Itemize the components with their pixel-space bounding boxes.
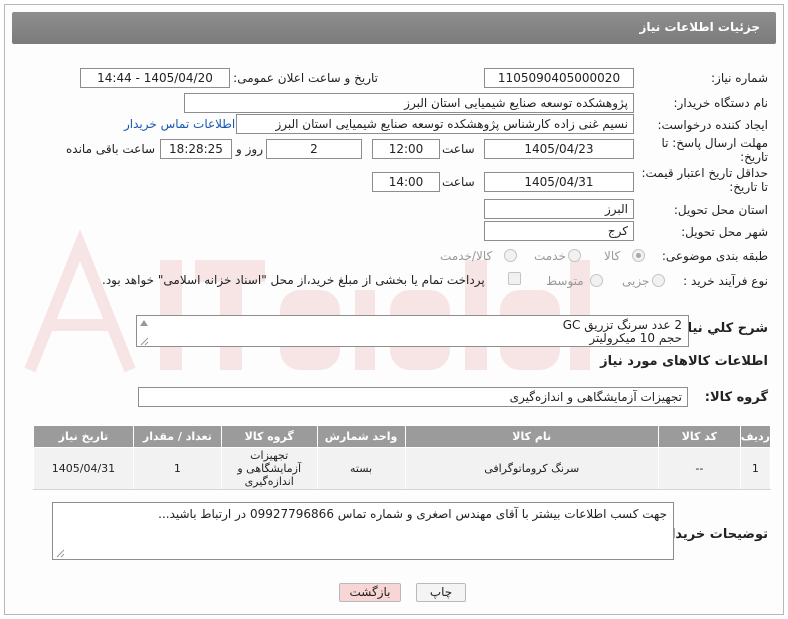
- print-button[interactable]: چاپ: [416, 583, 466, 602]
- cell-unit: بسته: [316, 447, 406, 490]
- province-field: البرز: [484, 199, 634, 219]
- col-index: ردیف: [739, 425, 772, 448]
- treasury-checkbox[interactable]: [508, 272, 521, 285]
- cell-date: 1405/04/31: [33, 447, 134, 490]
- col-name: نام کالا: [404, 425, 659, 448]
- col-qty: تعداد / مقدار: [132, 425, 222, 448]
- process-radio-minor[interactable]: [652, 274, 665, 287]
- category-radio-goods[interactable]: [632, 249, 645, 262]
- reply-time-label: ساعت: [442, 142, 475, 156]
- city-field: کرج: [484, 221, 634, 241]
- announce-label: تاریخ و ساعت اعلان عمومی:: [233, 71, 378, 85]
- price-time-field: 14:00: [372, 172, 440, 192]
- reply-deadline-label: مهلت ارسال پاسخ: تا تاریخ:: [661, 136, 768, 164]
- buyer-notes-textarea: جهت کسب اطلاعات بیشتر با آقای مهندس اصغر…: [52, 502, 674, 560]
- goods-group-label: گروه کالا:: [704, 390, 768, 405]
- contact-info-link[interactable]: اطلاعات تماس خریدار: [124, 117, 235, 131]
- scroll-up-arrow-icon[interactable]: [139, 318, 149, 328]
- process-label: نوع فرآیند خرید :: [683, 274, 768, 288]
- cell-group-line-1: تجهیزات: [250, 449, 289, 462]
- goods-table: ردیف کد کالا نام کالا واحد شمارش گروه کا…: [33, 425, 772, 490]
- announce-field: 1405/04/20 - 14:44: [80, 68, 230, 88]
- need-number-label: شماره نیاز:: [711, 71, 768, 85]
- page-title: جزئیات اطلاعات نیاز: [639, 20, 760, 34]
- cell-group: تجهیزات آزمایشگاهی و اندازه‌گیری: [220, 447, 318, 490]
- col-unit: واحد شمارش: [316, 425, 406, 448]
- payment-note: پرداخت تمام یا بخشی از مبلغ خرید،از محل …: [102, 273, 485, 287]
- price-deadline-label: حداقل تاریخ اعتبار قیمت: تا تاریخ:: [641, 166, 768, 194]
- city-label: شهر محل تحویل:: [681, 225, 768, 239]
- buyer-org-field: پژوهشکده توسعه صنایع شیمیایی استان البرز: [184, 93, 634, 113]
- cell-name: سرنگ کروماتوگرافی: [404, 447, 659, 490]
- cell-code: --: [657, 447, 741, 490]
- description-line-2: حجم 10 میکرولیتر: [589, 331, 682, 345]
- category-radio-goods-service[interactable]: [504, 249, 517, 262]
- cell-group-line-3: اندازه‌گیری: [244, 475, 294, 488]
- buyer-notes-text: جهت کسب اطلاعات بیشتر با آقای مهندس اصغر…: [158, 507, 667, 521]
- header-bar: جزئیات اطلاعات نیاز: [12, 12, 776, 44]
- cell-qty: 1: [132, 447, 222, 490]
- col-code: کد کالا: [657, 425, 741, 448]
- category-radio-service[interactable]: [568, 249, 581, 262]
- days-field: 2: [266, 139, 362, 159]
- price-date-field: 1405/04/31: [484, 172, 634, 192]
- category-option-goods-service: کالا/خدمت: [440, 249, 493, 263]
- price-time-label: ساعت: [442, 175, 475, 189]
- process-option-minor: جزیی: [622, 274, 650, 288]
- category-option-service: خدمت: [534, 249, 566, 263]
- reply-date-field: 1405/04/23: [484, 139, 634, 159]
- goods-group-field: تجهیزات آزمایشگاهی و اندازه‌گیری: [138, 387, 688, 407]
- col-date: تاریخ نیاز: [33, 425, 134, 448]
- resize-grip-icon[interactable]: [139, 336, 149, 346]
- buyer-org-label: نام دستگاه خریدار:: [673, 96, 769, 110]
- category-label: طبقه بندی موضوعی:: [661, 249, 768, 263]
- cell-index: 1: [739, 447, 772, 490]
- reply-time-field: 12:00: [372, 139, 440, 159]
- goods-table-header: ردیف کد کالا نام کالا واحد شمارش گروه کا…: [33, 425, 772, 448]
- remaining-label: ساعت باقی مانده: [66, 142, 156, 156]
- remaining-time-field: 18:28:25: [160, 139, 232, 159]
- process-option-medium: متوسط: [546, 274, 584, 288]
- table-row: 1 -- سرنگ کروماتوگرافی بسته تجهیزات آزما…: [33, 447, 772, 490]
- cell-group-line-2: آزمایشگاهی و: [237, 462, 302, 475]
- days-label: روز و: [236, 142, 263, 156]
- description-textarea: 2 عدد سرنگ تزریق GC حجم 10 میکرولیتر: [136, 315, 689, 347]
- creator-label: ایجاد کننده درخواست:: [657, 118, 768, 132]
- process-radio-medium[interactable]: [590, 274, 603, 287]
- back-button[interactable]: بازگشت: [339, 583, 401, 602]
- province-label: استان محل تحویل:: [673, 203, 768, 217]
- buyer-notes-label: توضیحات خریدار:: [658, 527, 768, 542]
- category-option-goods: کالا: [604, 249, 621, 263]
- creator-field: نسیم غنی زاده کارشناس پژوهشکده توسعه صنا…: [236, 114, 634, 134]
- notes-resize-grip-icon[interactable]: [55, 548, 65, 558]
- need-number-field: 1105090405000020: [484, 68, 634, 88]
- col-group: گروه کالا: [220, 425, 318, 448]
- goods-section-title: اطلاعات کالاهای مورد نیاز: [600, 354, 768, 369]
